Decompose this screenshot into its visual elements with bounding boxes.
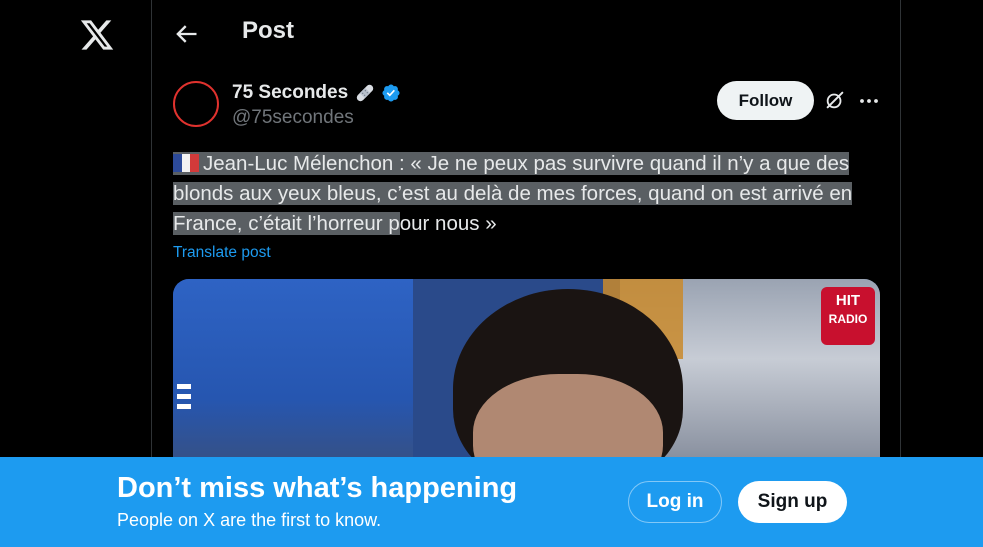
signup-button[interactable]: Sign up [738, 481, 847, 523]
post-text-rest: our nous » [399, 212, 497, 235]
verified-badge-icon[interactable] [381, 83, 401, 103]
bandage-icon [356, 84, 374, 102]
grok-icon[interactable] [824, 89, 846, 111]
hit-radio-logo: HIT RADIO [821, 287, 875, 345]
selected-text: Jean-Luc Mélenchon : « Je ne peux pas su… [173, 151, 853, 235]
post-text: Jean-Luc Mélenchon : « Je ne peux pas su… [173, 149, 893, 239]
banner-title: Don’t miss what’s happening [117, 472, 518, 504]
translate-post-link[interactable]: Translate post [173, 244, 271, 262]
post-media-video[interactable]: HIT RADIO [173, 279, 880, 479]
avatar[interactable] [173, 81, 219, 127]
arrow-left-icon[interactable] [172, 20, 200, 48]
follow-button[interactable]: Follow [717, 81, 814, 120]
tv-graphic-stripes [177, 384, 191, 418]
banner-subtitle: People on X are the first to know. [117, 510, 382, 530]
post-text-highlighted: Jean-Luc Mélenchon : « Je ne peux pas su… [173, 152, 853, 235]
author-name-row: 75 Secondes [232, 82, 401, 104]
author-handle[interactable]: @75secondes [232, 107, 354, 129]
france-flag-icon [173, 151, 199, 172]
page-title: Post [242, 17, 295, 44]
signup-banner: Don’t miss what’s happening People on X … [0, 457, 983, 547]
x-logo-icon[interactable] [79, 17, 115, 53]
more-dots-icon[interactable] [859, 92, 879, 110]
author-name[interactable]: 75 Secondes [232, 82, 348, 104]
login-button[interactable]: Log in [628, 481, 722, 523]
post-header: Post [152, 0, 900, 66]
